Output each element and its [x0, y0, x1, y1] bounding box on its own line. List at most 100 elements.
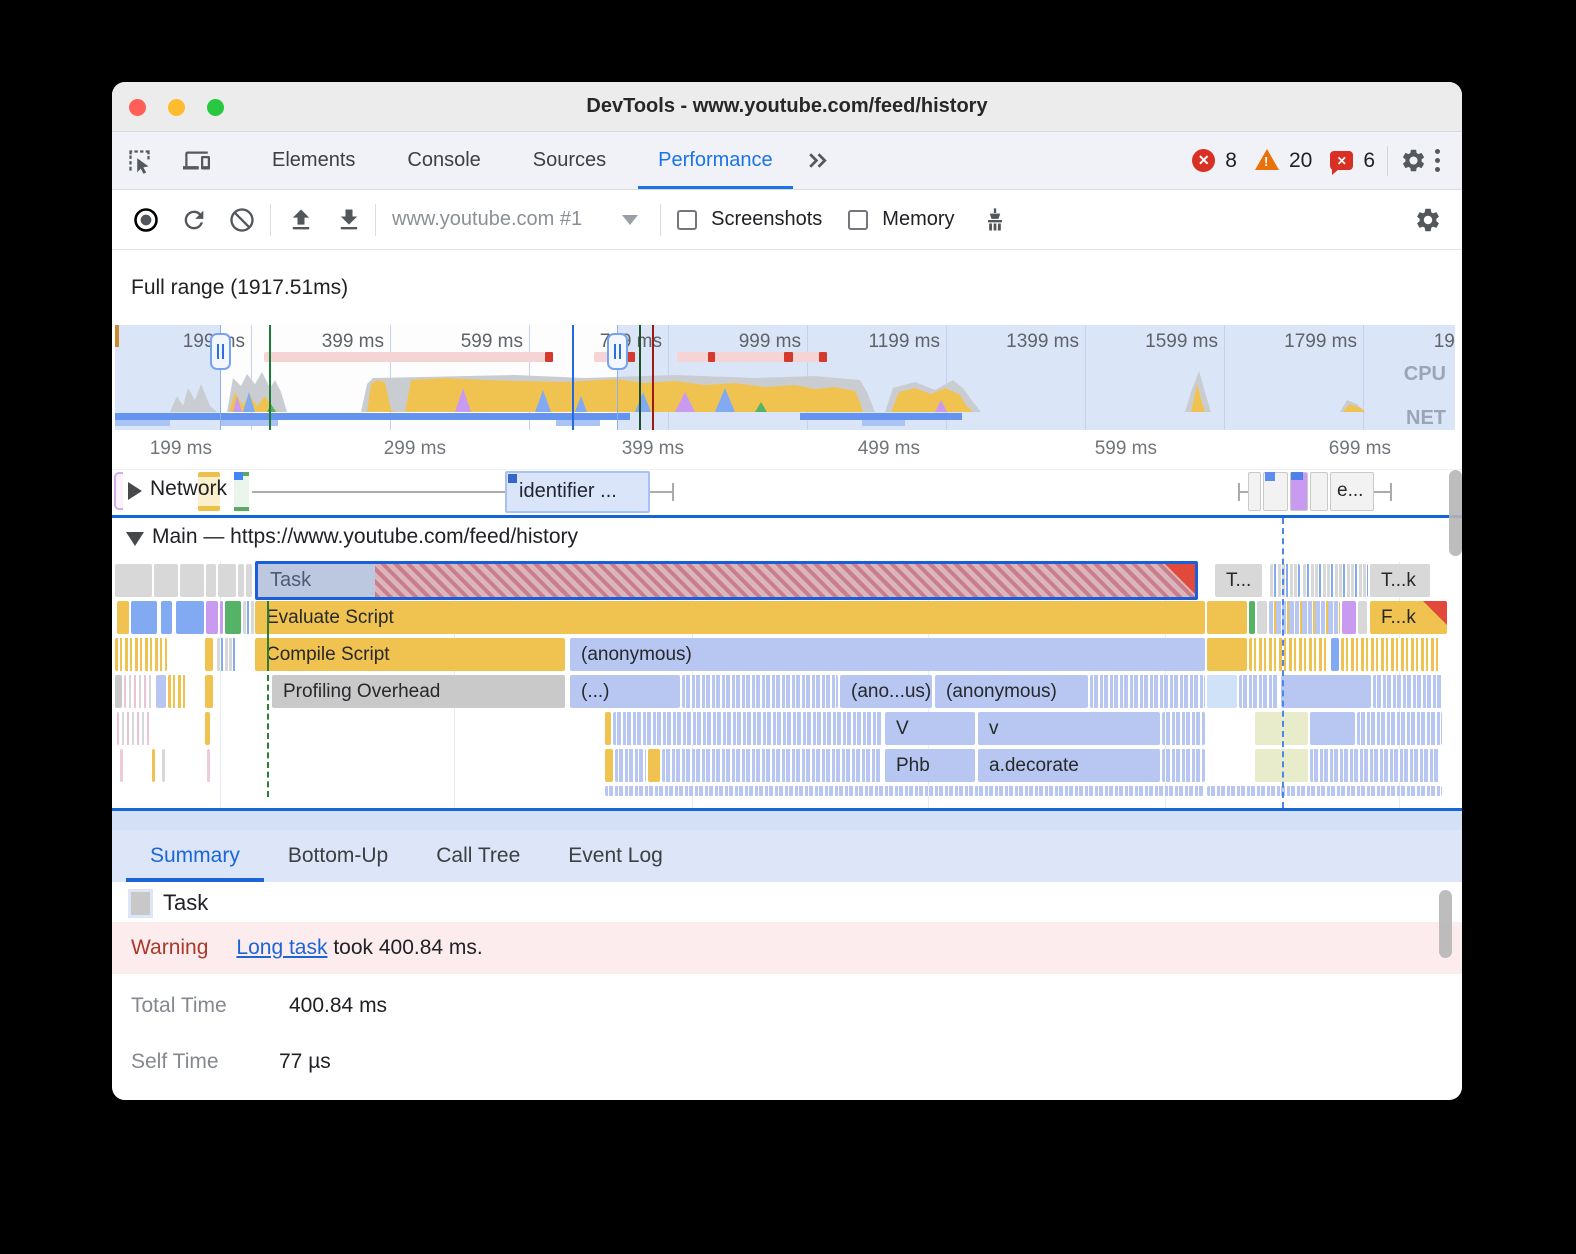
flame-texture[interactable]	[1270, 564, 1300, 597]
flame-texture[interactable]	[1269, 601, 1340, 634]
flame-texture[interactable]	[217, 638, 237, 671]
flame-bar-anonymous[interactable]: (anonymous)	[570, 638, 1205, 671]
flame-bar[interactable]	[648, 749, 660, 782]
flame-bar[interactable]	[238, 564, 244, 597]
flame-bar[interactable]	[176, 601, 204, 634]
tab-event-log[interactable]: Event Log	[544, 830, 687, 882]
settings-gear-icon[interactable]	[1400, 147, 1427, 174]
warning-triangle-icon[interactable]	[1255, 149, 1279, 170]
flame-texture[interactable]	[1373, 675, 1443, 708]
flame-texture[interactable]	[682, 675, 838, 708]
flame-texture[interactable]	[1341, 638, 1440, 671]
flame-bar-profiling-overhead[interactable]: Profiling Overhead	[272, 675, 565, 708]
flame-texture[interactable]	[117, 712, 152, 745]
reload-and-record-icon[interactable]	[180, 206, 208, 234]
flame-bar[interactable]	[117, 601, 129, 634]
flame-texture[interactable]	[1207, 786, 1442, 796]
flame-bar-f-short[interactable]: F...k	[1370, 601, 1447, 634]
flame-bar-task-short2[interactable]: T...k	[1370, 564, 1430, 597]
flame-bar[interactable]	[246, 564, 252, 597]
clear-icon[interactable]	[228, 206, 256, 234]
expand-triangle-icon[interactable]	[126, 532, 144, 546]
flame-bar-task-selected[interactable]: Task	[255, 561, 1198, 600]
network-request[interactable]	[1310, 472, 1328, 511]
capture-settings-gear-icon[interactable]	[1414, 206, 1442, 234]
flame-texture[interactable]	[1162, 749, 1205, 782]
flame-bar[interactable]	[1207, 601, 1247, 634]
zoom-button-icon[interactable]	[207, 99, 224, 116]
flame-texture[interactable]	[1090, 675, 1205, 708]
flame-bar[interactable]	[1342, 601, 1356, 634]
flame-bar[interactable]	[1358, 601, 1367, 634]
tab-elements[interactable]: Elements	[246, 132, 381, 189]
flame-bar[interactable]	[180, 564, 204, 597]
flame-bar[interactable]	[1257, 601, 1267, 634]
flame-bar[interactable]	[207, 749, 210, 782]
range-handle-left[interactable]	[210, 333, 231, 370]
flame-bar[interactable]	[206, 601, 218, 634]
flame-bar[interactable]	[154, 564, 178, 597]
network-request-fragment[interactable]	[114, 472, 123, 510]
collect-garbage-icon[interactable]	[981, 206, 1009, 234]
flame-bar[interactable]	[206, 564, 216, 597]
flame-bar[interactable]	[205, 675, 213, 708]
tab-summary[interactable]: Summary	[126, 830, 264, 882]
flame-bar[interactable]	[225, 601, 241, 634]
more-tabs-icon[interactable]	[805, 148, 830, 173]
flame-texture[interactable]	[613, 712, 883, 745]
warning-count[interactable]: 20	[1289, 149, 1312, 173]
tab-console[interactable]: Console	[381, 132, 506, 189]
flame-bar-paren[interactable]: (...)	[570, 675, 680, 708]
flame-bar-a-decorate[interactable]: a.decorate	[978, 749, 1160, 782]
network-request[interactable]	[1290, 472, 1308, 511]
memory-checkbox[interactable]: Memory	[848, 208, 954, 231]
kebab-menu-icon[interactable]	[1427, 149, 1448, 172]
inspect-icon[interactable]	[126, 147, 153, 174]
flame-bar[interactable]	[205, 638, 213, 671]
summary-scrollbar[interactable]	[1439, 890, 1452, 958]
network-request[interactable]: e...	[1330, 472, 1374, 511]
flame-texture[interactable]	[115, 638, 167, 671]
flame-texture[interactable]	[168, 675, 186, 708]
flame-bar[interactable]	[205, 712, 210, 745]
flame-texture[interactable]	[124, 675, 154, 708]
flame-bar[interactable]	[120, 749, 123, 782]
tab-bottom-up[interactable]: Bottom-Up	[264, 830, 412, 882]
flame-bar[interactable]	[218, 564, 236, 597]
range-handle-right[interactable]	[607, 333, 628, 370]
long-task-link[interactable]: Long task	[236, 936, 327, 960]
flame-bar[interactable]	[605, 749, 613, 782]
network-request-identifier[interactable]: identifier ...	[505, 471, 650, 513]
flame-texture[interactable]	[662, 749, 882, 782]
tab-sources[interactable]: Sources	[507, 132, 632, 189]
flame-texture[interactable]	[605, 786, 1205, 796]
flame-bar[interactable]	[115, 675, 122, 708]
target-select[interactable]: www.youtube.com #1	[392, 208, 638, 231]
flame-bar-ano-us[interactable]: (ano...us)	[840, 675, 932, 708]
close-button-icon[interactable]	[129, 99, 146, 116]
minimize-button-icon[interactable]	[168, 99, 185, 116]
flame-bar[interactable]	[115, 564, 152, 597]
flame-bar-task-short[interactable]: T...	[1215, 564, 1262, 597]
record-icon[interactable]	[132, 206, 160, 234]
flame-scrollbar[interactable]	[1449, 470, 1462, 556]
flame-texture[interactable]	[243, 601, 255, 634]
tab-call-tree[interactable]: Call Tree	[412, 830, 544, 882]
flame-bar[interactable]	[131, 601, 157, 634]
flame-bar-evaluate-script[interactable]: Evaluate Script	[255, 601, 1205, 634]
error-count[interactable]: 8	[1225, 149, 1237, 173]
flame-texture[interactable]	[615, 749, 646, 782]
flame-bar-compile-script[interactable]: Compile Script	[255, 638, 565, 671]
flame-bar-anonymous2[interactable]: (anonymous)	[935, 675, 1088, 708]
flame-bar-v-upper[interactable]: V	[885, 712, 975, 745]
flame-bar[interactable]	[1207, 675, 1237, 708]
network-request[interactable]	[1263, 472, 1288, 511]
flame-bar[interactable]	[152, 749, 155, 782]
issues-bubble-icon[interactable]: ✕	[1330, 151, 1353, 170]
flame-bar[interactable]	[1207, 638, 1247, 671]
flame-bar[interactable]	[1331, 638, 1339, 671]
network-request[interactable]	[1248, 472, 1261, 511]
device-toolbar-icon[interactable]	[183, 147, 210, 174]
flame-bar-v-lower[interactable]: v	[978, 712, 1160, 745]
flame-texture[interactable]	[1303, 564, 1368, 597]
